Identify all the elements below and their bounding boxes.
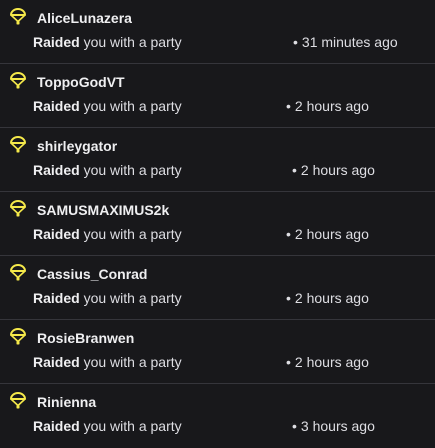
action-label: Raided [33,354,80,370]
timestamp: • 2 hours ago [286,226,369,242]
timestamp: • 2 hours ago [286,354,369,370]
raid-parachute-icon [9,136,27,154]
raid-description: Raided you with a party [33,290,182,306]
feed-item[interactable]: shirleygator Raided you with a party • 2 … [0,128,435,192]
action-label: Raided [33,290,80,306]
feed-item[interactable]: SAMUSMAXIMUS2k Raided you with a party •… [0,192,435,256]
timestamp: • 3 hours ago [292,418,375,434]
action-detail: you with a party [79,98,182,114]
raid-parachute-icon [9,200,27,218]
feed-item[interactable]: Cassius_Conrad Raided you with a party •… [0,256,435,320]
action-label: Raided [33,162,80,178]
action-detail: you with a party [79,354,182,370]
raid-description: Raided you with a party [33,226,182,242]
raid-description: Raided you with a party [33,162,182,178]
action-label: Raided [33,418,80,434]
action-detail: you with a party [79,226,182,242]
separator-dot: • [286,290,291,306]
timestamp: • 2 hours ago [286,98,369,114]
raid-parachute-icon [9,392,27,410]
action-label: Raided [33,34,80,50]
separator-dot: • [292,418,297,434]
separator-dot: • [286,226,291,242]
raid-parachute-icon [9,72,27,90]
raid-description: Raided you with a party [33,418,182,434]
time-ago: 2 hours ago [294,290,369,306]
raid-description: Raided you with a party [33,34,182,50]
raid-description: Raided you with a party [33,98,182,114]
raider-name[interactable]: shirleygator [37,138,117,154]
raid-parachute-icon [9,264,27,282]
separator-dot: • [286,354,291,370]
feed-item[interactable]: RosieBranwen Raided you with a party • 2 … [0,320,435,384]
action-detail: you with a party [79,418,182,434]
timestamp: • 2 hours ago [286,290,369,306]
time-ago: 2 hours ago [294,98,369,114]
raider-name[interactable]: ToppoGodVT [37,74,125,90]
timestamp: • 31 minutes ago [293,34,398,50]
raider-name[interactable]: Cassius_Conrad [37,266,147,282]
time-ago: 2 hours ago [300,162,375,178]
feed-item[interactable]: Rinienna Raided you with a party • 3 hour… [0,384,435,448]
timestamp: • 2 hours ago [292,162,375,178]
raid-parachute-icon [9,328,27,346]
action-label: Raided [33,98,80,114]
action-detail: you with a party [79,290,182,306]
activity-feed: AliceLunazera Raided you with a party • 3… [0,0,435,443]
raid-description: Raided you with a party [33,354,182,370]
feed-item[interactable]: AliceLunazera Raided you with a party • 3… [0,0,435,64]
separator-dot: • [293,34,298,50]
raider-name[interactable]: SAMUSMAXIMUS2k [37,202,169,218]
time-ago: 3 hours ago [300,418,375,434]
time-ago: 2 hours ago [294,354,369,370]
raider-name[interactable]: RosieBranwen [37,330,134,346]
action-detail: you with a party [79,162,182,178]
feed-item[interactable]: ToppoGodVT Raided you with a party • 2 ho… [0,64,435,128]
separator-dot: • [286,98,291,114]
action-detail: you with a party [79,34,182,50]
raid-parachute-icon [9,8,27,26]
separator-dot: • [292,162,297,178]
raider-name[interactable]: AliceLunazera [37,10,132,26]
time-ago: 31 minutes ago [301,34,398,50]
time-ago: 2 hours ago [294,226,369,242]
action-label: Raided [33,226,80,242]
raider-name[interactable]: Rinienna [37,394,96,410]
